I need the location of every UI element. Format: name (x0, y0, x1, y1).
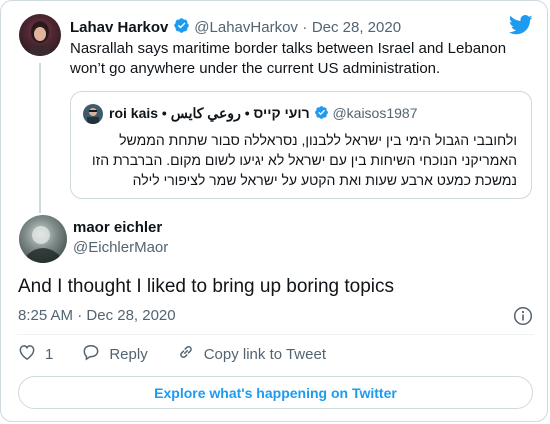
quoted-verified-badge-icon (314, 105, 329, 123)
reply-label: Reply (109, 345, 148, 363)
parent-author-handle[interactable]: @LahavHarkov (194, 19, 298, 36)
quoted-tweet[interactable]: roi kais • רועי קייס • روعي كايس @kaisos… (70, 91, 532, 199)
explore-button[interactable]: Explore what's happening on Twitter (18, 376, 533, 409)
copy-link-button[interactable]: Copy link to Tweet (176, 342, 326, 366)
like-button[interactable]: 1 (17, 342, 53, 366)
quoted-tweet-text: ולחובבי הגבול הימי בין ישראל ללבנון, נסר… (92, 132, 517, 188)
link-icon (176, 342, 204, 366)
maor-avatar[interactable] (19, 215, 67, 263)
heart-icon (17, 342, 45, 366)
parent-tweet-text: Nasrallah says maritime border talks bet… (70, 40, 507, 77)
main-tweet-timestamp[interactable]: 8:25 AM · Dec 28, 2020 (18, 307, 176, 324)
parent-tweet-date[interactable]: Dec 28, 2020 (312, 19, 401, 36)
copy-link-label: Copy link to Tweet (203, 345, 326, 363)
verified-badge-icon (173, 17, 190, 39)
main-author-handle[interactable]: @EichlerMaor (73, 239, 168, 256)
main-tweet-time: 8:25 AM (18, 307, 74, 324)
main-tweet-text: And I thought I liked to bring up boring… (18, 276, 395, 297)
header-dot: · (302, 19, 308, 37)
roi-kais-avatar (83, 104, 103, 124)
thread-connector-line (39, 63, 41, 213)
lahav-avatar[interactable] (19, 14, 61, 56)
parent-author-name[interactable]: Lahav Harkov (70, 19, 168, 36)
twitter-bird-icon[interactable] (508, 15, 533, 40)
main-author-name[interactable]: maor eichler (73, 219, 162, 236)
reply-button[interactable]: Reply (81, 342, 148, 366)
info-icon[interactable] (513, 306, 533, 331)
like-count: 1 (45, 345, 54, 363)
reply-bubble-icon (81, 342, 109, 366)
quoted-author-name: roi kais • רועי קייס • روعي كايس (109, 105, 310, 121)
action-bar: 1 Reply Copy link to Tweet (17, 342, 354, 366)
parent-tweet-header: Lahav Harkov @LahavHarkov · Dec 28, 2020 (70, 17, 401, 39)
embedded-tweet-card: Lahav Harkov @LahavHarkov · Dec 28, 2020… (0, 0, 548, 422)
divider (17, 334, 534, 335)
quoted-tweet-header: roi kais • רועי קייס • روعي كايس @kaisos… (109, 105, 418, 123)
quoted-author-handle: @kaisos1987 (332, 105, 418, 121)
timestamp-dot: · (77, 307, 83, 324)
main-tweet-date: Dec 28, 2020 (86, 307, 176, 324)
